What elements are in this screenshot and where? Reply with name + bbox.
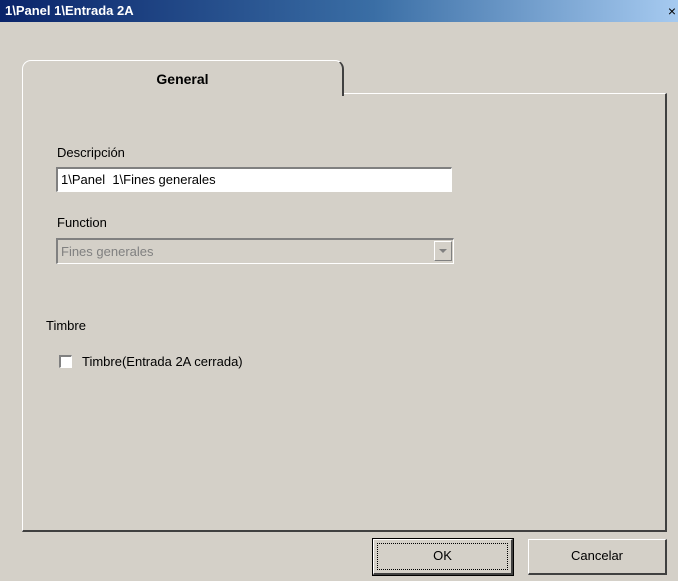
close-icon[interactable]: ×	[666, 4, 678, 18]
timbre-group-label: Timbre	[44, 318, 89, 333]
function-label: Function	[57, 215, 107, 230]
ok-button-label: OK	[433, 548, 452, 563]
chevron-down-icon	[439, 249, 447, 253]
ok-button[interactable]: OK	[372, 538, 514, 576]
function-dropdown-button[interactable]	[434, 241, 452, 261]
cancel-button[interactable]: Cancelar	[528, 539, 667, 575]
timbre-checkbox[interactable]	[59, 355, 72, 368]
window-title: 1\Panel 1\Entrada 2A	[5, 3, 134, 18]
tab-general[interactable]: General	[22, 60, 344, 96]
timbre-checkbox-label[interactable]: Timbre(Entrada 2A cerrada)	[82, 354, 243, 369]
title-bar: 1\Panel 1\Entrada 2A ×	[0, 0, 678, 22]
tab-join	[23, 92, 342, 95]
cancel-button-label: Cancelar	[570, 548, 624, 563]
function-select[interactable]: Fines generales	[56, 238, 454, 264]
function-select-value: Fines generales	[61, 244, 154, 259]
descripcion-label: Descripción	[57, 145, 125, 160]
tab-general-label: General	[156, 71, 209, 87]
descripcion-field[interactable]: 1\Panel 1\Fines generales	[56, 167, 452, 192]
